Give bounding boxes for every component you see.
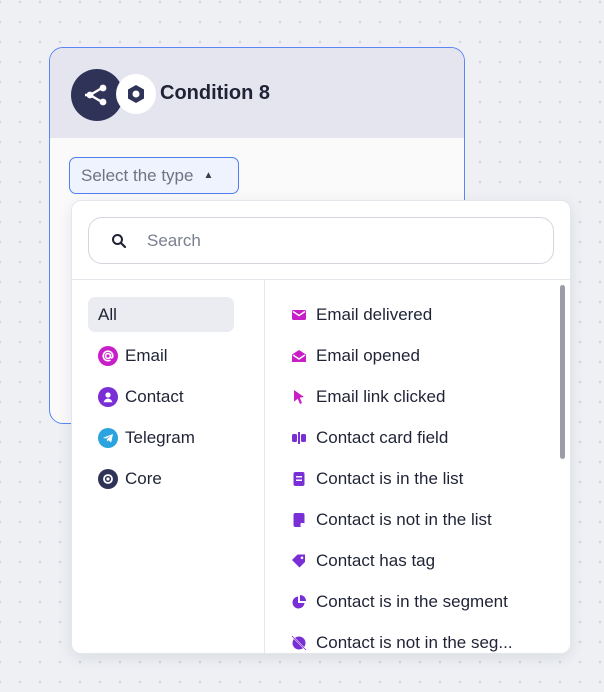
category-label: Telegram bbox=[125, 427, 195, 447]
event-label: Email opened bbox=[316, 345, 420, 365]
type-select-label: Select the type bbox=[81, 165, 194, 185]
scrollbar[interactable] bbox=[560, 285, 565, 459]
pie-chart-slash-icon bbox=[290, 634, 308, 652]
event-label: Contact is in the segment bbox=[316, 591, 508, 611]
cursor-icon bbox=[290, 388, 308, 406]
category-label: All bbox=[98, 304, 117, 324]
tag-icon bbox=[290, 552, 308, 570]
envelope-open-icon bbox=[290, 347, 308, 365]
category-core[interactable]: Core bbox=[88, 461, 234, 496]
caret-up-icon: ▲ bbox=[203, 170, 214, 181]
event-label: Email link clicked bbox=[316, 386, 446, 406]
event-contact-in-segment[interactable]: Contact is in the segment bbox=[290, 584, 550, 619]
event-label: Contact has tag bbox=[316, 550, 436, 570]
search-input[interactable] bbox=[145, 229, 529, 252]
search-icon bbox=[112, 233, 127, 248]
event-email-opened[interactable]: Email opened bbox=[290, 338, 550, 373]
event-contact-in-list[interactable]: Contact is in the list bbox=[290, 461, 550, 496]
envelope-icon bbox=[290, 306, 308, 324]
at-icon bbox=[98, 345, 118, 366]
category-label: Contact bbox=[125, 386, 184, 406]
node-header: Condition 8 bbox=[50, 48, 464, 138]
category-contact[interactable]: Contact bbox=[88, 379, 234, 414]
core-icon bbox=[98, 468, 118, 489]
divider bbox=[264, 280, 265, 653]
person-icon bbox=[98, 386, 118, 407]
event-contact-not-in-segment[interactable]: Contact is not in the seg... bbox=[290, 625, 550, 653]
event-label: Contact is in the list bbox=[316, 468, 464, 488]
text-cursor-icon bbox=[290, 429, 308, 447]
list-file-icon bbox=[290, 470, 308, 488]
event-label: Contact is not in the list bbox=[316, 509, 492, 529]
event-label: Contact is not in the seg... bbox=[316, 632, 513, 652]
category-telegram[interactable]: Telegram bbox=[88, 420, 234, 455]
search-box[interactable] bbox=[88, 217, 554, 264]
category-list: All Email Contact Telegram Core bbox=[88, 297, 234, 502]
event-label: Contact card field bbox=[316, 427, 449, 447]
category-label: Email bbox=[125, 345, 168, 365]
type-select[interactable]: Select the type ▲ bbox=[69, 157, 239, 194]
category-label: Core bbox=[125, 468, 162, 488]
node-title: Condition 8 bbox=[160, 82, 270, 104]
event-email-link-clicked[interactable]: Email link clicked bbox=[290, 379, 550, 414]
note-icon bbox=[290, 511, 308, 529]
event-contact-not-in-list[interactable]: Contact is not in the list bbox=[290, 502, 550, 537]
event-contact-has-tag[interactable]: Contact has tag bbox=[290, 543, 550, 578]
category-all[interactable]: All bbox=[88, 297, 234, 332]
event-contact-card-field[interactable]: Contact card field bbox=[290, 420, 550, 455]
type-dropdown: All Email Contact Telegram Core bbox=[71, 200, 571, 654]
divider bbox=[72, 279, 570, 280]
event-label: Email delivered bbox=[316, 304, 433, 324]
event-email-delivered[interactable]: Email delivered bbox=[290, 297, 550, 332]
event-list: Email delivered Email opened Email link … bbox=[290, 297, 550, 653]
category-email[interactable]: Email bbox=[88, 338, 234, 373]
telegram-icon bbox=[98, 427, 118, 448]
pie-chart-icon bbox=[290, 593, 308, 611]
core-icon bbox=[116, 74, 156, 114]
